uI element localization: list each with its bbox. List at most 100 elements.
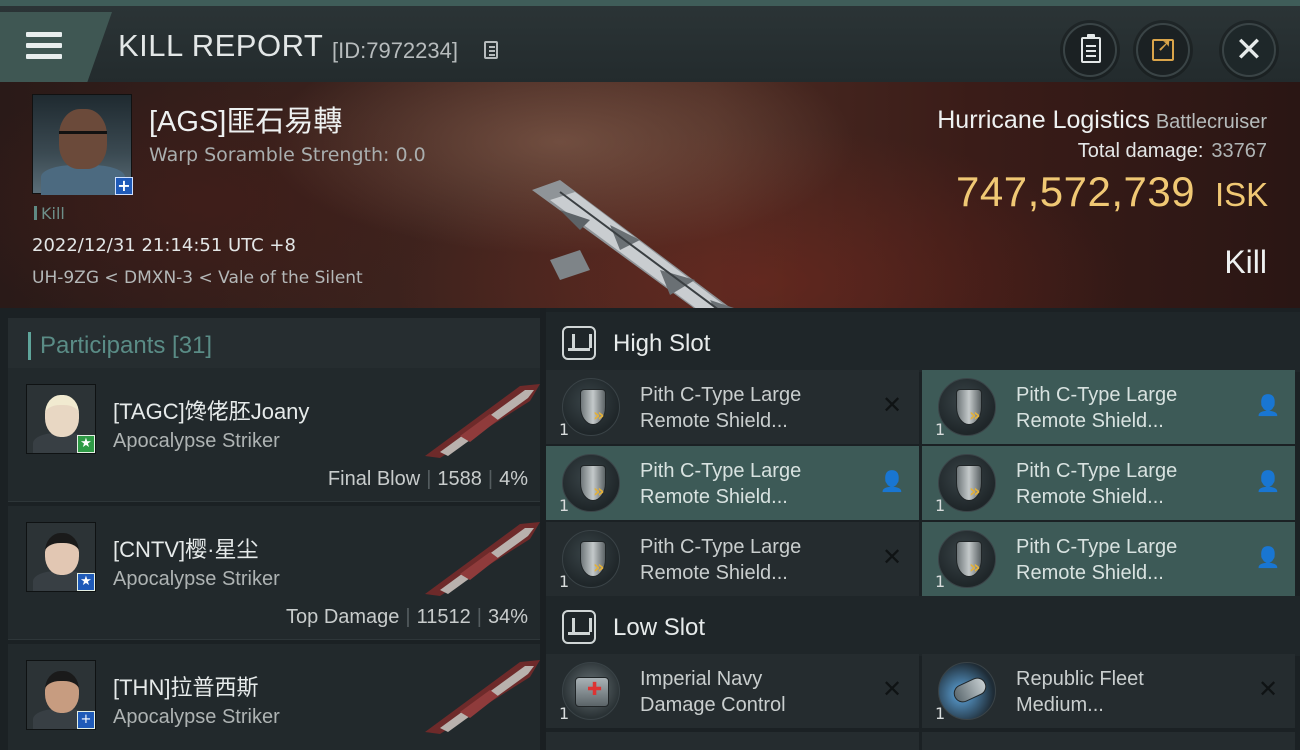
module-name: Imperial Navy Damage Control	[640, 668, 786, 716]
kill-result: Kill	[1224, 244, 1267, 280]
high-slot-title: High Slot	[613, 330, 711, 357]
module-item-partial[interactable]	[922, 732, 1295, 750]
dropped-person-icon[interactable]: 👤	[1255, 468, 1281, 494]
damage-control-icon: ✚	[562, 662, 620, 720]
plus-badge-icon: +	[115, 177, 133, 195]
participant-role: Top Damage	[286, 606, 400, 628]
module-item[interactable]: » 1 Pith C-Type Large Remote Shield... 👤	[922, 370, 1295, 444]
close-button[interactable]: ✕	[1222, 23, 1276, 77]
victim-avatar[interactable]: +	[32, 94, 133, 195]
participant-role: Final Blow	[327, 468, 421, 490]
module-name: Republic Fleet Medium...	[1016, 668, 1144, 716]
participant-avatar[interactable]: +	[26, 660, 96, 730]
star-badge-icon: ★	[77, 435, 95, 453]
participant-row[interactable]: ★ [CNTV]樱·星尘 Apocalypse Striker Top Dama…	[8, 506, 540, 640]
republic-fleet-module-icon	[938, 662, 996, 720]
module-name: Pith C-Type Large Remote Shield...	[1016, 460, 1178, 508]
participant-ship: Apocalypse Striker	[113, 568, 280, 590]
isk-value: 747,572,739	[956, 168, 1196, 215]
module-item[interactable]: » 1 Pith C-Type Large Remote Shield... ✕	[546, 522, 919, 596]
participant-damage: 11512	[416, 606, 471, 628]
module-item[interactable]: » 1 Pith C-Type Large Remote Shield... 👤	[922, 446, 1295, 520]
destroyed-icon[interactable]: ✕	[879, 544, 905, 570]
module-quantity: 1	[559, 496, 570, 515]
participant-row[interactable]: ★ [TAGC]馋佬胚Joany Apocalypse Striker Fina…	[8, 368, 540, 502]
plus-badge-icon: +	[77, 711, 95, 729]
module-name: Pith C-Type Large Remote Shield...	[1016, 536, 1178, 584]
participant-stats: Final Blow | 1588 | 4%	[327, 468, 528, 490]
total-damage-value: 33767	[1211, 140, 1267, 162]
destroyed-icon[interactable]: ✕	[879, 676, 905, 702]
clipboard-button[interactable]	[1063, 23, 1117, 77]
fitting-panel: High Slot » 1 Pith C-Type Large Remote Sh…	[546, 308, 1300, 750]
participant-ship-image	[425, 522, 540, 596]
high-slot-header: High Slot	[546, 312, 1300, 372]
close-icon: ✕	[1234, 30, 1264, 70]
destroyed-icon[interactable]: ✕	[1255, 676, 1281, 702]
dropped-person-icon[interactable]: 👤	[879, 468, 905, 494]
participants-label: Participants [31]	[40, 332, 213, 359]
participant-name: [CNTV]樱·星尘	[113, 537, 259, 562]
module-item[interactable]: ✚ 1 Imperial Navy Damage Control ✕	[546, 654, 919, 728]
menu-button[interactable]	[0, 12, 112, 82]
participants-panel: Participants [31] ★ [TAGC]馋佬胚Joany Apoca…	[0, 308, 540, 750]
total-damage-label: Total damage:	[1077, 140, 1204, 162]
participant-percent: 34%	[487, 606, 528, 628]
top-bar: KILL REPORT [ID:7972234] ✕	[0, 0, 1300, 82]
participants-header: Participants [31]	[8, 318, 540, 374]
shield-module-icon: »	[562, 454, 620, 512]
share-button[interactable]	[1136, 23, 1190, 77]
module-item[interactable]: » 1 Pith C-Type Large Remote Shield... ✕	[546, 370, 919, 444]
participant-ship-image	[425, 384, 540, 458]
shield-module-icon: »	[938, 378, 996, 436]
report-id: [ID:7972234]	[332, 38, 458, 63]
shield-module-icon: »	[938, 454, 996, 512]
participant-avatar[interactable]: ★	[26, 384, 96, 454]
low-slot-title: Low Slot	[613, 614, 706, 641]
page-title: KILL REPORT	[118, 28, 324, 63]
participant-name: [THN]拉普西斯	[113, 675, 259, 700]
victim-name: [AGS]匪石易轉	[149, 106, 343, 138]
high-slot-icon	[562, 326, 596, 360]
kill-location: UH-9ZG < DMXN-3 < Vale of the Silent	[32, 268, 363, 288]
module-name: Pith C-Type Large Remote Shield...	[640, 384, 802, 432]
participant-damage: 1588	[437, 468, 482, 490]
module-item[interactable]: 1 Republic Fleet Medium... ✕	[922, 654, 1295, 728]
warp-scramble-strength: Warp Soramble Strength: 0.0	[149, 144, 426, 166]
participant-row[interactable]: + [THN]拉普西斯 Apocalypse Striker	[8, 644, 540, 750]
module-quantity: 1	[935, 496, 946, 515]
participant-ship-image	[425, 660, 540, 734]
shield-module-icon: »	[938, 530, 996, 588]
kill-tag: Kill	[34, 204, 65, 223]
participant-avatar[interactable]: ★	[26, 522, 96, 592]
module-quantity: 1	[559, 572, 570, 591]
shield-module-icon: »	[562, 378, 620, 436]
share-icon	[1152, 35, 1174, 61]
copy-icon[interactable]	[484, 41, 498, 59]
module-quantity: 1	[935, 704, 946, 723]
ship-image	[532, 180, 734, 308]
module-name: Pith C-Type Large Remote Shield...	[1016, 384, 1178, 432]
kill-summary-banner: + [AGS]匪石易轉 Warp Soramble Strength: 0.0 …	[0, 82, 1300, 308]
ship-name-line: Hurricane Logistics Battlecruiser	[937, 106, 1267, 135]
module-quantity: 1	[559, 420, 570, 439]
module-item[interactable]: » 1 Pith C-Type Large Remote Shield... 👤	[922, 522, 1295, 596]
module-name: Pith C-Type Large Remote Shield...	[640, 536, 802, 584]
module-quantity: 1	[559, 704, 570, 723]
participant-stats: Top Damage | 11512 | 34%	[286, 606, 528, 628]
participant-name: [TAGC]馋佬胚Joany	[113, 399, 310, 424]
kill-timestamp: 2022/12/31 21:14:51 UTC +8	[32, 235, 296, 256]
clipboard-icon	[1081, 34, 1101, 63]
module-item-partial[interactable]	[546, 732, 919, 750]
dropped-person-icon[interactable]: 👤	[1255, 544, 1281, 570]
dropped-person-icon[interactable]: 👤	[1255, 392, 1281, 418]
star-badge-icon: ★	[77, 573, 95, 591]
destroyed-icon[interactable]: ✕	[879, 392, 905, 418]
total-damage-line: Total damage: 33767	[1078, 140, 1267, 163]
module-quantity: 1	[935, 420, 946, 439]
hamburger-icon	[26, 32, 62, 60]
participant-ship: Apocalypse Striker	[113, 430, 280, 452]
participant-percent: 4%	[499, 468, 528, 490]
ship-class: Battlecruiser	[1155, 111, 1267, 133]
module-item[interactable]: » 1 Pith C-Type Large Remote Shield... 👤	[546, 446, 919, 520]
